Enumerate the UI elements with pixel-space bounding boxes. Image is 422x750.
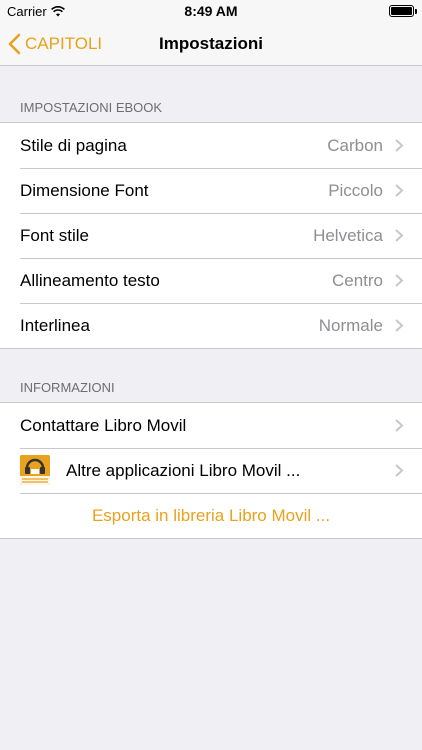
setting-value: Piccolo	[328, 180, 383, 200]
back-button[interactable]: CAPITOLI	[8, 22, 102, 66]
app-logo-icon	[20, 455, 50, 485]
chevron-right-icon	[395, 274, 404, 287]
back-button-label: CAPITOLI	[25, 34, 103, 53]
contact-label: Contattare Libro Movil	[20, 415, 187, 435]
setting-row-line-spacing[interactable]: Interlinea Normale	[0, 303, 422, 348]
status-bar: Carrier 8:49 AM	[0, 0, 422, 22]
setting-label: Interlinea	[20, 315, 90, 335]
setting-row-font-style[interactable]: Font stile Helvetica	[0, 213, 422, 258]
section-header-info: INFORMAZIONI	[20, 380, 115, 395]
setting-value: Normale	[318, 315, 383, 335]
setting-row-page-style[interactable]: Stile di pagina Carbon	[0, 123, 422, 168]
setting-label: Dimensione Font	[20, 180, 149, 200]
chevron-right-icon	[395, 319, 404, 332]
chevron-right-icon	[395, 229, 404, 242]
setting-label: Font stile	[20, 225, 89, 245]
setting-value: Carbon	[327, 135, 383, 155]
setting-row-text-alignment[interactable]: Allineamento testo Centro	[0, 258, 422, 303]
other-apps-label: Altre applicazioni Libro Movil ...	[66, 460, 301, 480]
ebook-settings-group: Stile di pagina Carbon Dimensione Font P…	[0, 122, 422, 349]
setting-row-font-size[interactable]: Dimensione Font Piccolo	[0, 168, 422, 213]
setting-label: Allineamento testo	[20, 270, 160, 290]
setting-label: Stile di pagina	[20, 135, 127, 155]
chevron-right-icon	[395, 464, 404, 477]
chevron-left-icon	[8, 33, 21, 55]
chevron-right-icon	[395, 139, 404, 152]
battery-icon	[389, 5, 417, 17]
setting-value: Helvetica	[313, 225, 383, 245]
export-to-library-button[interactable]: Esporta in libreria Libro Movil ...	[92, 506, 330, 526]
info-group: Contattare Libro Movil Altre applicazion…	[0, 402, 422, 539]
export-row[interactable]: Esporta in libreria Libro Movil ...	[0, 493, 422, 538]
navigation-bar: CAPITOLI Impostazioni	[0, 22, 422, 66]
section-header-ebook: IMPOSTAZIONI EBOOK	[20, 100, 163, 115]
setting-value: Centro	[331, 270, 383, 290]
status-time: 8:49 AM	[184, 3, 238, 19]
chevron-right-icon	[395, 419, 404, 432]
other-apps-row[interactable]: Altre applicazioni Libro Movil ...	[0, 448, 422, 493]
contact-row[interactable]: Contattare Libro Movil	[0, 403, 422, 448]
chevron-right-icon	[395, 184, 404, 197]
